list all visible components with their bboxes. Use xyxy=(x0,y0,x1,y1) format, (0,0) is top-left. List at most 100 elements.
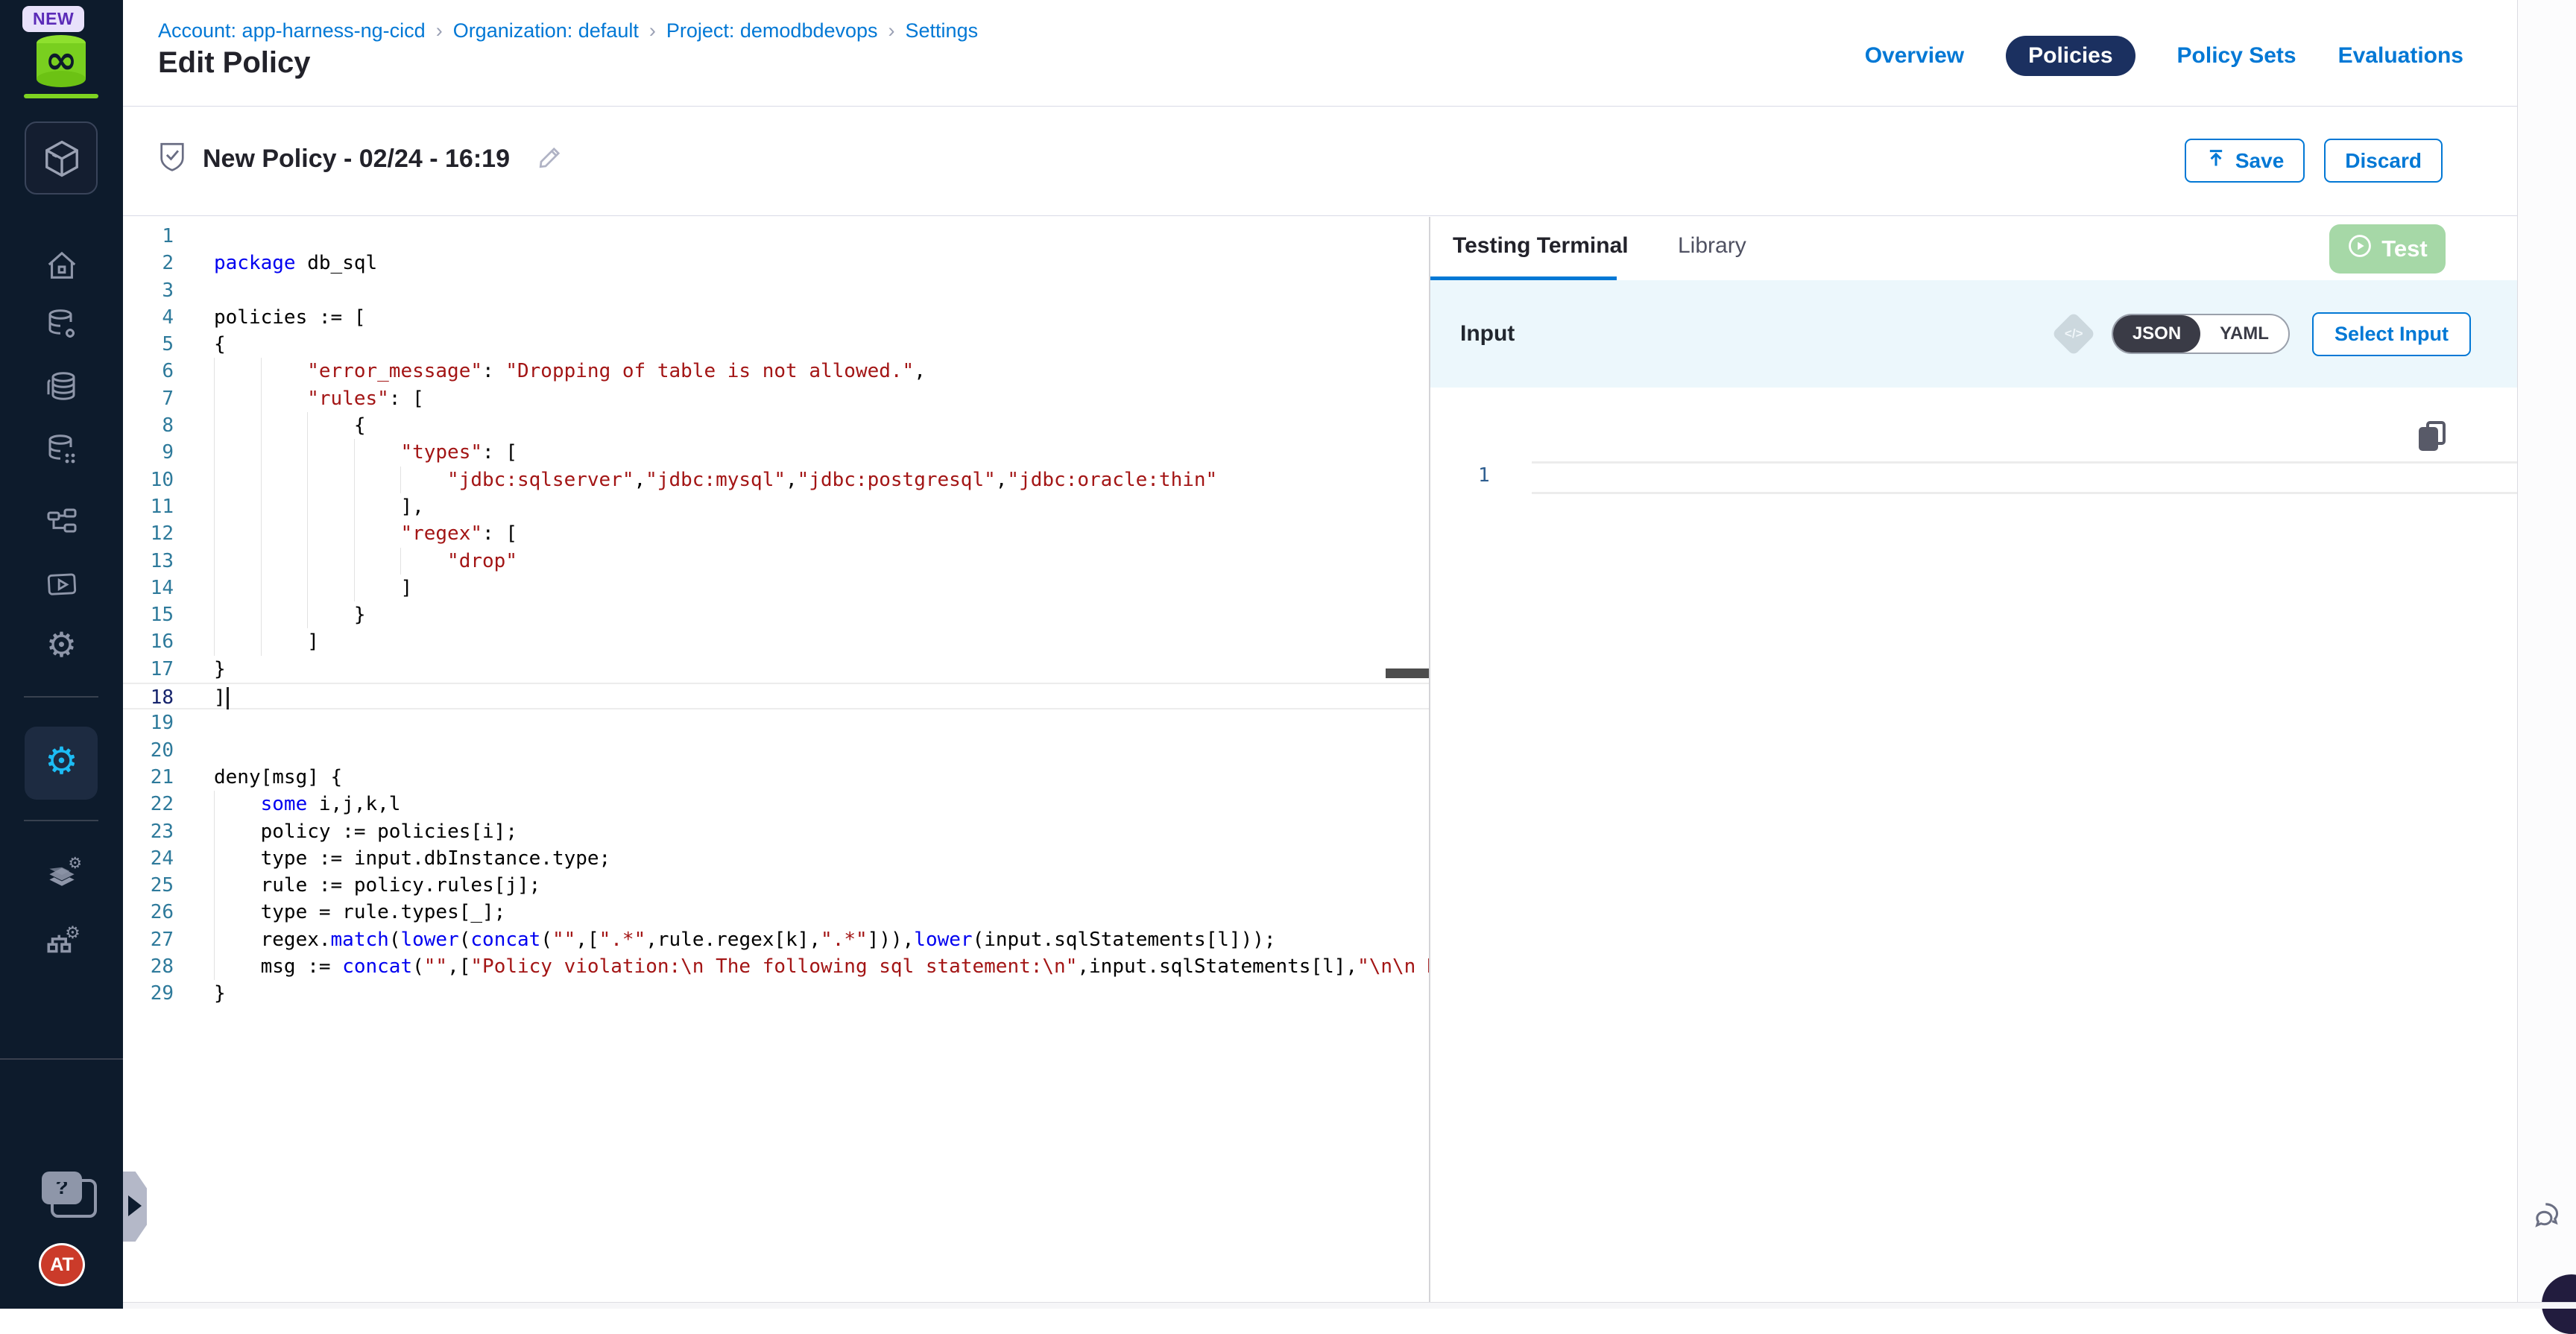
code-line[interactable]: 26type = rule.types[_]; xyxy=(123,899,1429,926)
code-line[interactable]: 10"jdbc:sqlserver","jdbc:mysql","jdbc:po… xyxy=(123,467,1429,493)
line-content: msg := concat("",["Policy violation:\n T… xyxy=(214,953,1429,980)
code-line[interactable]: 24 type := input.dbInstance.type; xyxy=(123,845,1429,872)
sidebar: NEW ∞ xyxy=(0,0,123,1309)
copy-icon[interactable] xyxy=(2419,421,2449,452)
gear-outline-icon[interactable]: ⚙ xyxy=(0,628,123,662)
tab-library[interactable]: Library xyxy=(1678,233,1746,259)
code-line[interactable]: 1 xyxy=(123,223,1429,250)
svg-text:⚙: ⚙ xyxy=(68,854,80,872)
org-gear-icon[interactable]: ⚙ xyxy=(0,923,123,964)
code-line[interactable]: 13"drop" xyxy=(123,548,1429,575)
line-number: 27 xyxy=(123,926,174,953)
code-line[interactable]: 14] xyxy=(123,575,1429,601)
breadcrumb-separator-icon: › xyxy=(649,19,656,42)
code-diamond-icon[interactable]: </> xyxy=(2051,312,2095,355)
code-line[interactable]: 12"regex": [ xyxy=(123,520,1429,547)
line-number: 17 xyxy=(123,656,174,683)
format-json-option[interactable]: JSON xyxy=(2113,315,2200,353)
breadcrumb[interactable]: Account: app-harness-ng-cicd › Organizatio… xyxy=(158,19,978,42)
code-line[interactable]: 29} xyxy=(123,980,1429,1007)
input-current-line[interactable] xyxy=(1532,461,2517,494)
line-content: ] xyxy=(214,575,1429,601)
code-line[interactable]: 18] xyxy=(123,683,1429,709)
code-line[interactable]: 2package db_sql xyxy=(123,250,1429,276)
line-number: 28 xyxy=(123,953,174,980)
breadcrumb-separator-icon: › xyxy=(436,19,443,42)
home-icon[interactable] xyxy=(0,249,123,287)
policy-code-editor[interactable]: 12package db_sql34policies := [5{6"error… xyxy=(123,217,1429,1302)
tab-testing-terminal[interactable]: Testing Terminal xyxy=(1453,233,1629,259)
format-toggle: JSON YAML xyxy=(2112,314,2290,354)
line-number: 13 xyxy=(123,548,174,575)
nav-policies[interactable]: Policies xyxy=(2006,36,2135,76)
breadcrumb-item[interactable]: Project: demodbdevops xyxy=(666,19,878,42)
line-number: 29 xyxy=(123,980,174,1007)
select-input-button[interactable]: Select Input xyxy=(2312,312,2471,356)
database-instances-icon[interactable] xyxy=(0,432,123,472)
test-button[interactable]: Test xyxy=(2329,224,2446,274)
code-line[interactable]: 28 msg := concat("",["Policy violation:\n… xyxy=(123,953,1429,980)
chat-bubbles-icon[interactable] xyxy=(2533,1201,2567,1233)
code-line[interactable]: 23policy := policies[i]; xyxy=(123,818,1429,845)
input-editor[interactable]: 1 xyxy=(1430,461,2517,494)
breadcrumb-item[interactable]: Organization: default xyxy=(453,19,639,42)
nav-overview[interactable]: Overview xyxy=(1865,43,1964,69)
sidebar-divider xyxy=(24,696,98,698)
breadcrumb-separator-icon: › xyxy=(888,19,895,42)
cube-module-icon[interactable] xyxy=(0,139,123,183)
line-number: 21 xyxy=(123,764,174,791)
code-line[interactable]: 11], xyxy=(123,493,1429,520)
code-line[interactable]: 5{ xyxy=(123,331,1429,358)
nav-policy-sets[interactable]: Policy Sets xyxy=(2177,43,2296,69)
line-content: "types": [ xyxy=(214,439,1429,466)
policy-name: New Policy - 02/24 - 16:19 xyxy=(203,145,510,174)
code-line[interactable]: 4policies := [ xyxy=(123,304,1429,331)
breadcrumb-item[interactable]: Settings xyxy=(906,19,979,42)
line-number: 19 xyxy=(123,709,174,736)
code-line[interactable]: 16] xyxy=(123,628,1429,655)
breadcrumb-item[interactable]: Account: app-harness-ng-cicd xyxy=(158,19,426,42)
format-yaml-option[interactable]: YAML xyxy=(2200,315,2288,353)
code-line[interactable]: 20 xyxy=(123,737,1429,764)
line-content: ] xyxy=(214,684,1429,708)
line-content: policies := [ xyxy=(214,304,1429,331)
pipeline-tree-icon[interactable] xyxy=(0,504,123,543)
line-content: policy := policies[i]; xyxy=(214,818,1429,845)
bottom-strip xyxy=(123,1302,2576,1309)
play-circle-icon xyxy=(2347,233,2373,265)
code-line[interactable]: 8{ xyxy=(123,412,1429,439)
code-line[interactable]: 6"error_message": "Dropping of table is … xyxy=(123,358,1429,385)
nav-evaluations[interactable]: Evaluations xyxy=(2338,43,2463,69)
line-content: } xyxy=(214,601,1429,628)
input-bar: Input </> JSON YAML Select Input xyxy=(1430,280,2517,388)
executions-play-icon[interactable] xyxy=(0,568,123,606)
edit-pencil-icon[interactable] xyxy=(537,144,564,174)
testing-panel: Testing Terminal Library Test Input </> … xyxy=(1430,217,2517,1302)
code-line[interactable]: 7"rules": [ xyxy=(123,385,1429,412)
settings-gear-icon[interactable]: ⚙ xyxy=(0,742,123,780)
database-stack-icon[interactable] xyxy=(0,370,123,409)
database-gear-icon[interactable] xyxy=(0,307,123,347)
harness-ccm-logo-icon[interactable]: ∞ xyxy=(34,34,89,88)
code-line[interactable]: 15} xyxy=(123,601,1429,628)
save-button[interactable]: Save xyxy=(2185,139,2305,183)
line-number: 10 xyxy=(123,467,174,493)
code-line[interactable]: 22some i,j,k,l xyxy=(123,791,1429,818)
overview-ruler-cursor-mark xyxy=(1386,668,1429,678)
line-number: 24 xyxy=(123,845,174,872)
code-line[interactable]: 17} xyxy=(123,656,1429,683)
code-line[interactable]: 19 xyxy=(123,709,1429,736)
line-content: type := input.dbInstance.type; xyxy=(214,845,1429,872)
code-line[interactable]: 27regex.match(lower(concat("",[".*",rule… xyxy=(123,926,1429,953)
line-number: 2 xyxy=(123,250,174,276)
avatar[interactable]: AT xyxy=(39,1243,85,1286)
help-chat-icon[interactable]: ? xyxy=(42,1172,82,1204)
discard-button[interactable]: Discard xyxy=(2324,139,2443,183)
line-number: 5 xyxy=(123,331,174,358)
layers-gear-icon[interactable]: ⚙ xyxy=(0,854,123,895)
code-line[interactable]: 9"types": [ xyxy=(123,439,1429,466)
line-number: 14 xyxy=(123,575,174,601)
code-line[interactable]: 25rule := policy.rules[j]; xyxy=(123,872,1429,899)
code-line[interactable]: 3 xyxy=(123,277,1429,304)
code-line[interactable]: 21deny[msg] { xyxy=(123,764,1429,791)
